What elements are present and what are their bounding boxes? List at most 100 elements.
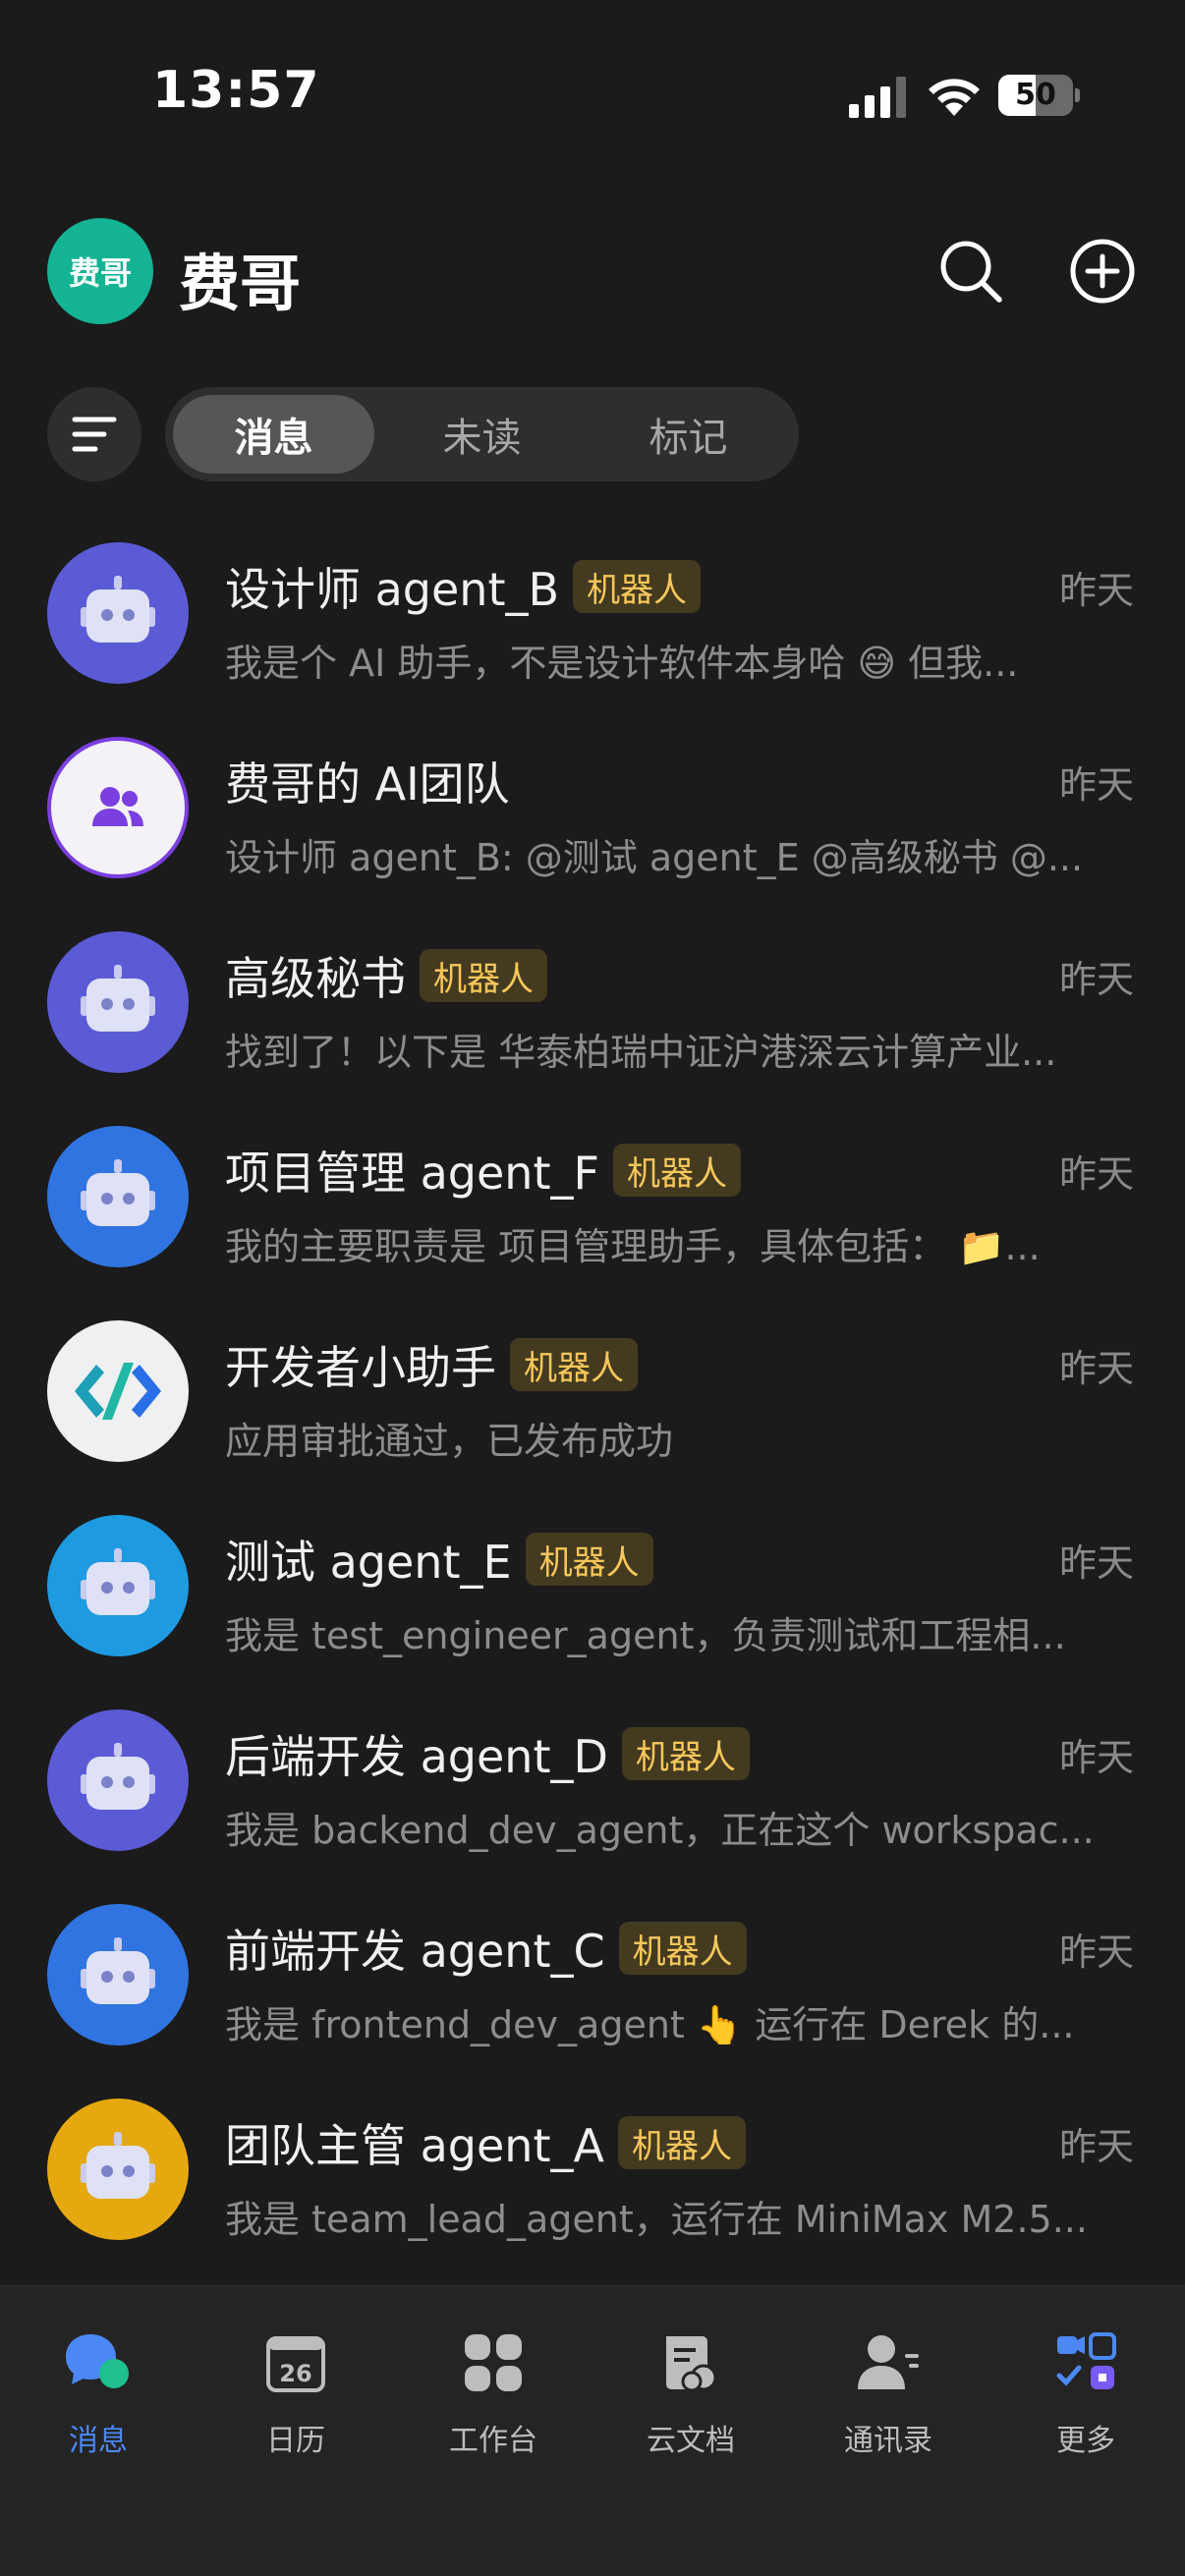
chat-list-item[interactable]: 项目管理 agent_F 机器人 昨天 我的主要职责是 项目管理助手，具体包括： 📁.… xyxy=(0,1102,1185,1297)
bot-badge: 机器人 xyxy=(525,1533,653,1586)
chat-list-item[interactable]: 前端开发 agent_C 机器人 昨天我是 frontend_dev_agent 👆… xyxy=(0,1880,1185,2075)
chat-list-item[interactable]: 设计师 agent_B 机器人 昨天 我是个 AI 助手，不是设计软件本身哈 😅 但我… xyxy=(0,519,1185,713)
chat-avatar xyxy=(47,737,189,878)
nav-label: 日历 xyxy=(266,2424,325,2458)
chat-name: 团队主管 agent_A 机器人 xyxy=(225,2110,746,2175)
tab-unread[interactable]: 未读 xyxy=(381,395,583,474)
chat-time: 昨天 xyxy=(1058,2125,1134,2168)
nav-label: 工作台 xyxy=(449,2424,537,2458)
chat-name-text: 后端开发 agent_D xyxy=(225,1730,608,1783)
nav-label: 更多 xyxy=(1056,2424,1115,2458)
chat-preview: 应用审批通过，已发布成功 xyxy=(225,1420,674,1463)
nav-calendar[interactable]: 26 日历 xyxy=(198,2324,394,2471)
chat-avatar xyxy=(47,2099,189,2240)
chat-preview: 找到了！以下是 华泰柏瑞中证沪港深云计算产业... xyxy=(225,1031,1057,1074)
chat-avatar xyxy=(47,1515,189,1656)
chat-name-text: 项目管理 agent_F xyxy=(225,1147,599,1200)
chat-list-item[interactable]: 开发者小助手 机器人 昨天应用审批通过，已发布成功 xyxy=(0,1297,1185,1491)
code-icon xyxy=(75,1363,161,1420)
search-icon xyxy=(940,241,1002,303)
bot-badge: 机器人 xyxy=(617,2116,746,2169)
bot-badge: 机器人 xyxy=(573,560,702,613)
battery-level: 50 xyxy=(1015,78,1056,112)
calendar-icon: 26 xyxy=(266,2336,325,2392)
chat-name-text: 高级秘书 xyxy=(225,952,406,1005)
nav-workspace[interactable]: 工作台 xyxy=(395,2324,592,2471)
chat-preview: 我是个 AI 助手，不是设计软件本身哈 😅 但我... xyxy=(225,642,1019,685)
robot-icon xyxy=(81,1743,155,1810)
chat-preview: 我是 team_lead_agent，运行在 MiniMax M2.5... xyxy=(225,2198,1088,2241)
chat-name: 设计师 agent_B 机器人 xyxy=(225,554,702,619)
filter-menu-icon xyxy=(72,417,117,452)
nav-messages[interactable]: 消息 xyxy=(0,2324,197,2471)
chat-bubble-icon xyxy=(66,2334,129,2388)
tab-flagged[interactable]: 标记 xyxy=(588,395,789,474)
chat-list-item[interactable]: 高级秘书 机器人 昨天 找到了！以下是 华泰柏瑞中证沪港深云计算产业... xyxy=(0,908,1185,1102)
calendar-day: 26 xyxy=(279,2360,311,2387)
chat-avatar xyxy=(47,1904,189,2045)
chat-list-item[interactable]: 测试 agent_E 机器人 昨天我是 test_engineer_agent，负责… xyxy=(0,1491,1185,1686)
bot-badge: 机器人 xyxy=(612,1144,741,1197)
chat-avatar xyxy=(47,1320,189,1462)
chat-time: 昨天 xyxy=(1058,1347,1134,1390)
chat-name: 高级秘书 机器人 xyxy=(225,943,547,1008)
chat-time: 昨天 xyxy=(1058,1736,1134,1779)
chat-avatar xyxy=(47,1709,189,1851)
battery-icon: 50 xyxy=(998,75,1080,116)
chat-avatar xyxy=(47,931,189,1073)
chat-name-text: 开发者小助手 xyxy=(225,1341,496,1394)
user-avatar[interactable]: 费哥 xyxy=(47,218,153,324)
wifi-icon xyxy=(929,79,980,116)
tab-messages[interactable]: 消息 xyxy=(173,395,374,474)
nav-cloud-docs[interactable]: 云文档 xyxy=(592,2324,789,2471)
signal-icon xyxy=(849,77,906,118)
chat-name: 开发者小助手 机器人 xyxy=(225,1332,638,1397)
nav-label: 云文档 xyxy=(647,2424,735,2458)
chat-name-text: 设计师 agent_B xyxy=(225,563,560,616)
add-button[interactable] xyxy=(1063,232,1142,310)
nav-more[interactable]: 更多 xyxy=(988,2324,1184,2471)
chat-time: 昨天 xyxy=(1058,763,1134,807)
cloud-doc-icon xyxy=(666,2336,717,2392)
chat-time: 昨天 xyxy=(1058,1931,1134,1974)
chat-preview: 我是 backend_dev_agent，正在这个 workspac... xyxy=(225,1809,1095,1852)
chat-preview: 我是 test_engineer_agent，负责测试和工程相... xyxy=(225,1614,1066,1657)
chat-preview: 我的主要职责是 项目管理助手，具体包括： 📁... xyxy=(225,1225,1041,1268)
nav-label: 消息 xyxy=(69,2424,128,2458)
chat-list-item[interactable]: 团队主管 agent_A 机器人 昨天我是 team_lead_agent，运行在 … xyxy=(0,2075,1185,2269)
contacts-icon xyxy=(858,2335,919,2389)
chat-list-item[interactable]: 费哥的 AI团队 昨天设计师 agent_B: @测试 agent_E @高级秘书… xyxy=(0,713,1185,908)
bot-badge: 机器人 xyxy=(618,1922,747,1975)
group-icon xyxy=(92,787,143,826)
chat-time: 昨天 xyxy=(1058,958,1134,1001)
chat-name-text: 费哥的 AI团队 xyxy=(225,757,510,811)
status-bar: 13:57 50 xyxy=(0,0,1185,187)
chat-name: 测试 agent_E 机器人 xyxy=(225,1527,653,1592)
chat-avatar xyxy=(47,1126,189,1267)
robot-icon xyxy=(81,1548,155,1615)
status-time: 13:57 xyxy=(152,61,320,120)
chat-name: 后端开发 agent_D 机器人 xyxy=(225,1721,750,1786)
more-apps-icon xyxy=(1056,2332,1116,2389)
chat-time: 昨天 xyxy=(1058,1541,1134,1585)
bot-badge: 机器人 xyxy=(621,1727,750,1780)
filter-menu-button[interactable] xyxy=(47,387,141,481)
chat-name: 前端开发 agent_C 机器人 xyxy=(225,1916,747,1981)
chat-preview: 设计师 agent_B: @测试 agent_E @高级秘书 @... xyxy=(225,836,1084,879)
bot-badge: 机器人 xyxy=(510,1338,638,1391)
chat-list-item[interactable]: 后端开发 agent_D 机器人 昨天我是 backend_dev_agent，正在… xyxy=(0,1686,1185,1880)
search-button[interactable] xyxy=(931,232,1010,310)
robot-icon xyxy=(81,2132,155,2199)
nav-contacts[interactable]: 通讯录 xyxy=(790,2324,987,2471)
chat-name-text: 团队主管 agent_A xyxy=(225,2119,604,2172)
workspace-grid-icon xyxy=(465,2334,522,2391)
robot-icon xyxy=(81,1937,155,2004)
chat-preview: 我是 frontend_dev_agent 👆 运行在 Derek 的... xyxy=(225,2003,1075,2046)
bottom-nav: 消息 26 日历 工作台 云文档 通讯录 更多 xyxy=(0,2285,1185,2576)
chat-time: 昨天 xyxy=(1058,1152,1134,1196)
robot-icon xyxy=(81,965,155,1032)
robot-icon xyxy=(81,576,155,643)
bot-badge: 机器人 xyxy=(420,949,547,1002)
chat-name: 费哥的 AI团队 xyxy=(225,749,510,813)
message-filter-tabs: 消息 未读 标记 xyxy=(165,387,799,481)
